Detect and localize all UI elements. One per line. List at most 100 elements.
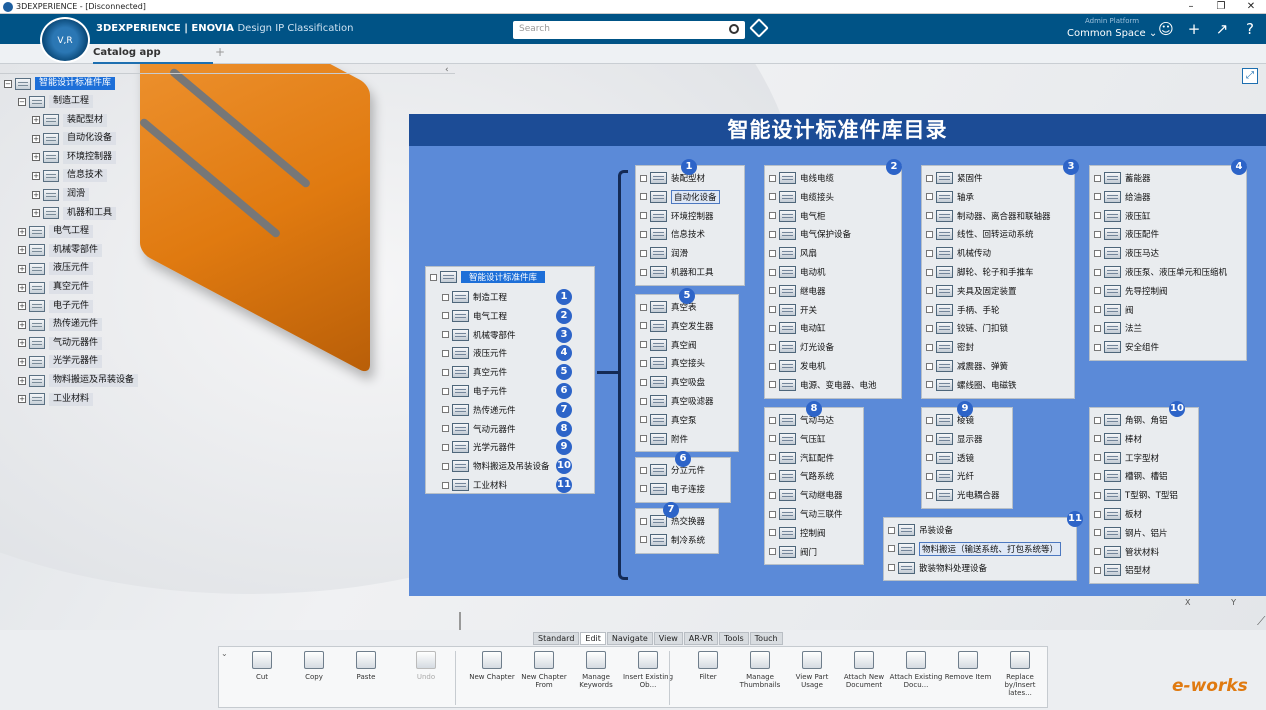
book-icon xyxy=(29,225,45,238)
attach-existing-document-button[interactable]: Attach Existing Docu... xyxy=(889,651,943,689)
expand-icon[interactable]: + xyxy=(32,153,40,162)
tab-navigate[interactable]: Navigate xyxy=(606,632,653,645)
book-icon xyxy=(779,303,796,316)
user-icon[interactable]: ☺ xyxy=(1156,20,1176,38)
book-icon xyxy=(29,337,45,350)
expand-icon[interactable]: + xyxy=(32,209,40,218)
minimize-button[interactable]: – xyxy=(1176,0,1206,13)
tree-item[interactable]: + 热传递元件 xyxy=(18,317,103,332)
expand-icon[interactable]: + xyxy=(32,190,40,199)
tag-icon[interactable] xyxy=(749,18,769,38)
insert-existing-icon xyxy=(638,651,658,669)
tree-item[interactable]: + 电子元件 xyxy=(18,299,94,314)
category-item: 气路系统 xyxy=(769,468,834,484)
manage-thumbnails-button[interactable]: Manage Thumbnails xyxy=(733,651,787,689)
expand-icon[interactable]: + xyxy=(18,246,26,255)
expand-icon[interactable]: + xyxy=(18,395,26,404)
undo-button[interactable]: Undo xyxy=(399,651,453,681)
book-icon xyxy=(1104,508,1121,520)
tree-item[interactable]: + 真空元件 xyxy=(18,280,94,295)
expand-icon[interactable]: + xyxy=(18,357,26,366)
expand-icon[interactable]: + xyxy=(18,264,26,273)
close-button[interactable]: ✕ xyxy=(1236,0,1266,13)
tab-view[interactable]: View xyxy=(653,632,683,645)
action-bar-toggle-icon[interactable]: ⌄ xyxy=(221,649,228,658)
action-bar-tabs: Standard Edit Navigate View AR-VR Tools Touch xyxy=(533,632,784,645)
collapse-icon[interactable]: − xyxy=(4,79,12,88)
book-icon xyxy=(779,508,796,520)
3d-viewport[interactable]: ‹ ⤢ − 智能设计标准件库 − 制造工程 + 装配型材 + 自动化设备 + 环境控制器 + 信息… xyxy=(0,64,1266,630)
expand-icon[interactable]: + xyxy=(18,227,26,236)
expand-icon[interactable]: + xyxy=(18,376,26,385)
copy-icon xyxy=(304,651,324,669)
add-icon[interactable]: + xyxy=(1184,20,1204,38)
category-item: 法兰 xyxy=(1094,320,1142,336)
attach-new-document-button[interactable]: Attach New Document xyxy=(837,651,891,689)
tab-touch[interactable]: Touch xyxy=(749,632,783,645)
tree-item[interactable]: + 装配型材 xyxy=(32,113,108,128)
expand-icon[interactable]: + xyxy=(32,171,40,180)
compass-icon[interactable]: V,R xyxy=(40,17,90,63)
tab-edit[interactable]: Edit xyxy=(580,632,606,645)
copy-button[interactable]: Copy xyxy=(287,651,341,681)
paste-button[interactable]: Paste xyxy=(339,651,393,681)
help-icon[interactable]: ? xyxy=(1240,20,1260,38)
search-input[interactable]: Search xyxy=(513,21,745,39)
view-part-usage-button[interactable]: View Part Usage xyxy=(785,651,839,689)
tab-tools[interactable]: Tools xyxy=(718,632,749,645)
remove-item-icon xyxy=(958,651,978,669)
search-icon[interactable] xyxy=(729,24,739,34)
new-chapter-from-button[interactable]: New Chapter From xyxy=(517,651,571,689)
expand-icon[interactable]: + xyxy=(32,134,40,143)
book-icon xyxy=(650,190,667,203)
manage-keywords-button[interactable]: Manage Keywords xyxy=(569,651,623,689)
add-tab-button[interactable]: + xyxy=(215,45,225,59)
number-badge: 3 xyxy=(556,326,572,343)
fit-all-icon[interactable]: ⤢ xyxy=(1242,68,1258,84)
tree-item[interactable]: + 物料搬运及吊装设备 xyxy=(18,373,139,388)
tree-item[interactable]: + 机器和工具 xyxy=(32,206,117,221)
category-item: 螺线圈、电磁铁 xyxy=(926,377,1017,393)
number-badge: 6 xyxy=(556,383,572,399)
book-icon xyxy=(1104,172,1121,184)
tree-item[interactable]: + 信息技术 xyxy=(32,168,108,183)
tree-item[interactable]: + 机械零部件 xyxy=(18,243,103,258)
tab-catalog-app[interactable]: Catalog app xyxy=(93,47,161,58)
expand-icon[interactable]: − xyxy=(18,97,26,106)
category-item: 机器和工具 xyxy=(640,264,714,280)
tab-ar-vr[interactable]: AR-VR xyxy=(683,632,718,645)
maximize-button[interactable]: ❐ xyxy=(1206,0,1236,13)
expand-icon[interactable]: + xyxy=(18,302,26,311)
tree-item[interactable]: + 电气工程 xyxy=(18,224,94,239)
replace-button[interactable]: Replace by/Insert lates... xyxy=(993,651,1047,697)
book-icon xyxy=(936,489,953,502)
tree-item[interactable]: + 工业材料 xyxy=(18,392,94,407)
share-icon[interactable]: ↗ xyxy=(1212,20,1232,38)
tree-item[interactable]: + 光学元器件 xyxy=(18,354,103,369)
tree-root[interactable]: − 智能设计标准件库 xyxy=(4,76,116,91)
tree-item[interactable]: + 环境控制器 xyxy=(32,150,117,165)
insert-existing-button[interactable]: Insert Existing Ob... xyxy=(621,651,675,689)
number-badge: 2 xyxy=(886,159,902,175)
tree-item[interactable]: − 制造工程 xyxy=(18,94,94,109)
toolbar-separator xyxy=(455,651,456,705)
filter-button[interactable]: Filter xyxy=(681,651,735,681)
tree-item[interactable]: + 自动化设备 xyxy=(32,131,117,146)
expand-icon[interactable]: + xyxy=(18,320,26,329)
tab-standard[interactable]: Standard xyxy=(533,632,580,645)
cut-button[interactable]: Cut xyxy=(235,651,289,681)
remove-item-button[interactable]: Remove Item xyxy=(941,651,995,681)
new-chapter-button[interactable]: New Chapter xyxy=(465,651,519,681)
expand-icon[interactable]: + xyxy=(32,116,40,125)
book-icon xyxy=(936,470,953,483)
collab-space-selector[interactable]: Common Space ⌄ xyxy=(1067,28,1157,39)
expand-icon[interactable]: + xyxy=(18,283,26,292)
tree-item[interactable]: + 液压元件 xyxy=(18,261,94,276)
tree-item[interactable]: + 气动元器件 xyxy=(18,336,103,351)
pin-icon[interactable]: ⟋ xyxy=(1257,614,1265,629)
category-item: 夹具及固定装置 xyxy=(926,283,1017,299)
expand-icon[interactable]: + xyxy=(18,339,26,348)
tree-item[interactable]: + 润滑 xyxy=(32,187,90,202)
book-icon xyxy=(650,228,667,241)
collapse-tree-icon[interactable]: ‹ xyxy=(445,65,449,75)
